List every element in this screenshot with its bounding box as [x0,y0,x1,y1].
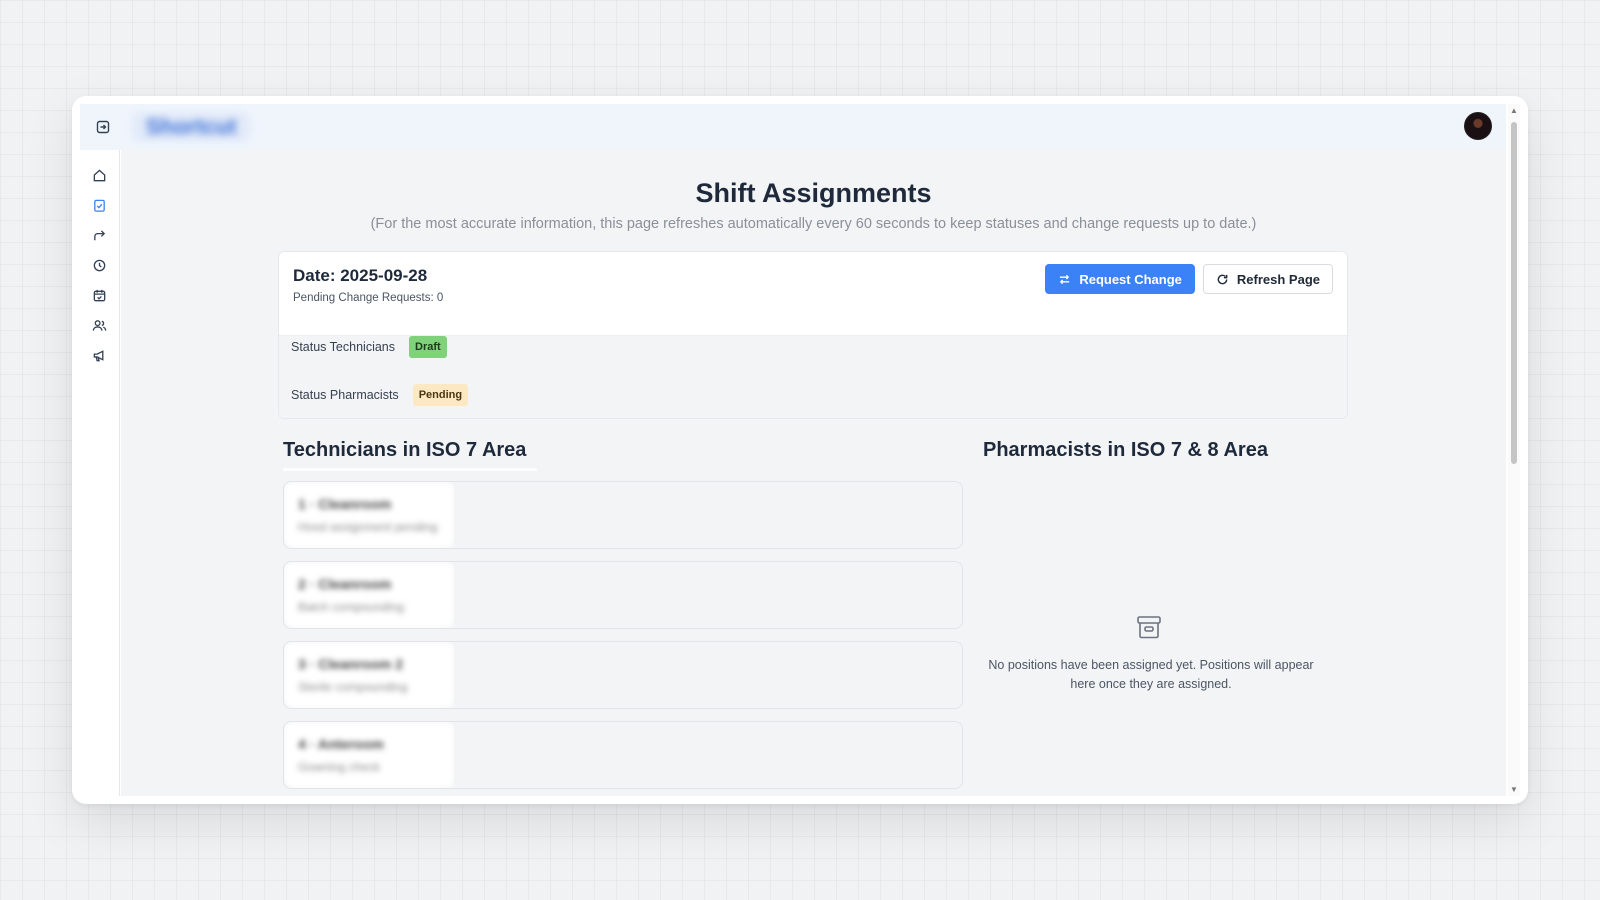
technician-detail: Gowning check [298,760,381,774]
technician-card[interactable]: 4 · Anteroom Gowning check [283,721,963,789]
megaphone-icon [93,349,104,361]
archive-box-icon [1135,613,1163,646]
brand-logo[interactable]: Shortcut [132,112,251,142]
technician-card[interactable]: 3 · Cleanroom 2 Sterile compounding [283,641,963,709]
technician-detail: Sterile compounding [298,680,408,694]
clock-history-icon [93,259,106,271]
sidebar-item-forward[interactable] [88,226,112,244]
forward-arrow-icon [94,229,106,240]
sidebar-item-home[interactable] [88,166,112,184]
status-technicians-label: Status Technicians [291,340,395,354]
main-content: Shift Assignments (For the most accurate… [121,150,1506,796]
sidebar-item-history[interactable] [88,256,112,274]
page-title: Shift Assignments [695,178,932,208]
status-technicians-row: Status Technicians Draft [291,336,447,358]
sidebar-toggle-icon[interactable] [90,114,116,140]
technician-name: 1 · Cleanroom [298,496,392,512]
technician-card-blur [284,562,454,628]
technicians-section-title: Technicians in ISO 7 Area [283,439,527,461]
status-pharmacists-row: Status Pharmacists Pending [291,384,469,406]
sidebar-item-assignments[interactable] [88,196,112,214]
technician-card[interactable]: 2 · Cleanroom Batch compounding [283,561,963,629]
shift-summary-card: Date: 2025-09-28 Pending Change Requests… [278,251,1348,419]
sidebar-item-calendar[interactable] [88,286,112,304]
user-avatar[interactable] [1464,112,1492,140]
refresh-page-button[interactable]: Refresh Page [1202,264,1333,294]
status-badge-technicians: Draft [409,336,447,358]
clipboard-check-icon [94,199,105,212]
card-actions: Request Change Refresh Page [1045,264,1333,294]
technician-card-blur [284,642,454,708]
request-change-button[interactable]: Request Change [1045,264,1195,294]
refresh-page-label: Refresh Page [1236,271,1320,287]
sidebar-item-announcements[interactable] [88,346,112,364]
page-subtitle: (For the most accurate information, this… [370,216,1257,232]
request-change-label: Request Change [1079,271,1182,287]
status-badge-pharmacists: Pending [412,384,469,406]
card-status-section: Status Technicians Draft Status Pharmaci… [279,336,1347,418]
technician-name: 3 · Cleanroom 2 [298,656,404,672]
technician-detail: Hood assignment pending [298,520,438,534]
sidebar [80,150,120,796]
refresh-icon [1217,274,1228,284]
pharmacists-empty-state: No positions have been assigned yet. Pos… [988,658,1314,691]
scrollbar-thumb[interactable] [1511,122,1517,464]
home-icon [93,168,106,181]
status-pharmacists-label: Status Pharmacists [291,388,399,402]
card-fade [454,482,850,548]
users-icon [92,319,107,331]
technician-card-blur [284,482,454,548]
technician-card[interactable]: 1 · Cleanroom Hood assignment pending [283,481,963,549]
technician-name: 2 · Cleanroom [298,576,392,592]
card-fade [454,562,850,628]
scroll-down-icon[interactable]: ▼ [1510,785,1518,794]
pharmacists-section-title: Pharmacists in ISO 7 & 8 Area [983,439,1268,461]
technician-card-blur [284,722,454,788]
calendar-check-icon [93,289,106,301]
card-header: Date: 2025-09-28 Pending Change Requests… [279,252,1347,336]
technician-name: 4 · Anteroom [298,736,384,752]
top-bar: Shortcut [80,104,1506,150]
card-fade [454,722,850,788]
swap-arrows-icon [1060,274,1070,284]
card-fade [454,642,850,708]
technician-detail: Batch compounding [298,600,405,614]
app-window: Shortcut Shift Assignments (For the most… [72,96,1528,804]
page-scrollbar[interactable]: ▲ ▼ [1508,104,1520,796]
sidebar-item-users[interactable] [88,316,112,334]
scroll-up-icon[interactable]: ▲ [1510,106,1518,115]
technicians-title-underline [283,468,537,471]
